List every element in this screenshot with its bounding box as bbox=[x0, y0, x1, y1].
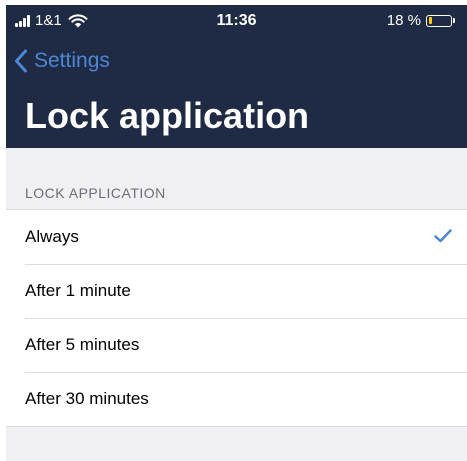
back-button-label: Settings bbox=[34, 49, 110, 72]
battery-percentage: 18 % bbox=[386, 12, 421, 29]
lock-options-list: Always After 1 minute After 5 minutes Af… bbox=[6, 209, 467, 427]
battery-level-fill bbox=[428, 17, 433, 24]
option-after-1-minute[interactable]: After 1 minute bbox=[6, 264, 467, 318]
battery-icon bbox=[426, 14, 452, 27]
option-after-30-minutes[interactable]: After 30 minutes bbox=[6, 372, 467, 426]
navigation-header: 1&1 11:36 18 % Settings Lock application bbox=[6, 5, 467, 148]
status-bar-right: 18 % bbox=[387, 12, 455, 29]
option-label: After 5 minutes bbox=[25, 335, 140, 354]
battery-tip bbox=[453, 18, 455, 23]
section-header: LOCK APPLICATION bbox=[25, 185, 166, 201]
phone-screen: 1&1 11:36 18 % Settings Lock application… bbox=[6, 5, 467, 461]
option-label: Always bbox=[25, 227, 79, 246]
checkmark-icon bbox=[434, 229, 452, 243]
option-label: After 30 minutes bbox=[25, 389, 149, 408]
back-button[interactable]: Settings bbox=[14, 45, 110, 77]
status-bar: 1&1 11:36 18 % bbox=[6, 5, 467, 37]
option-always[interactable]: Always bbox=[6, 210, 467, 264]
chevron-left-icon bbox=[15, 49, 27, 73]
option-label: After 1 minute bbox=[25, 281, 131, 300]
page-title: Lock application bbox=[25, 95, 310, 136]
option-after-5-minutes[interactable]: After 5 minutes bbox=[6, 318, 467, 372]
